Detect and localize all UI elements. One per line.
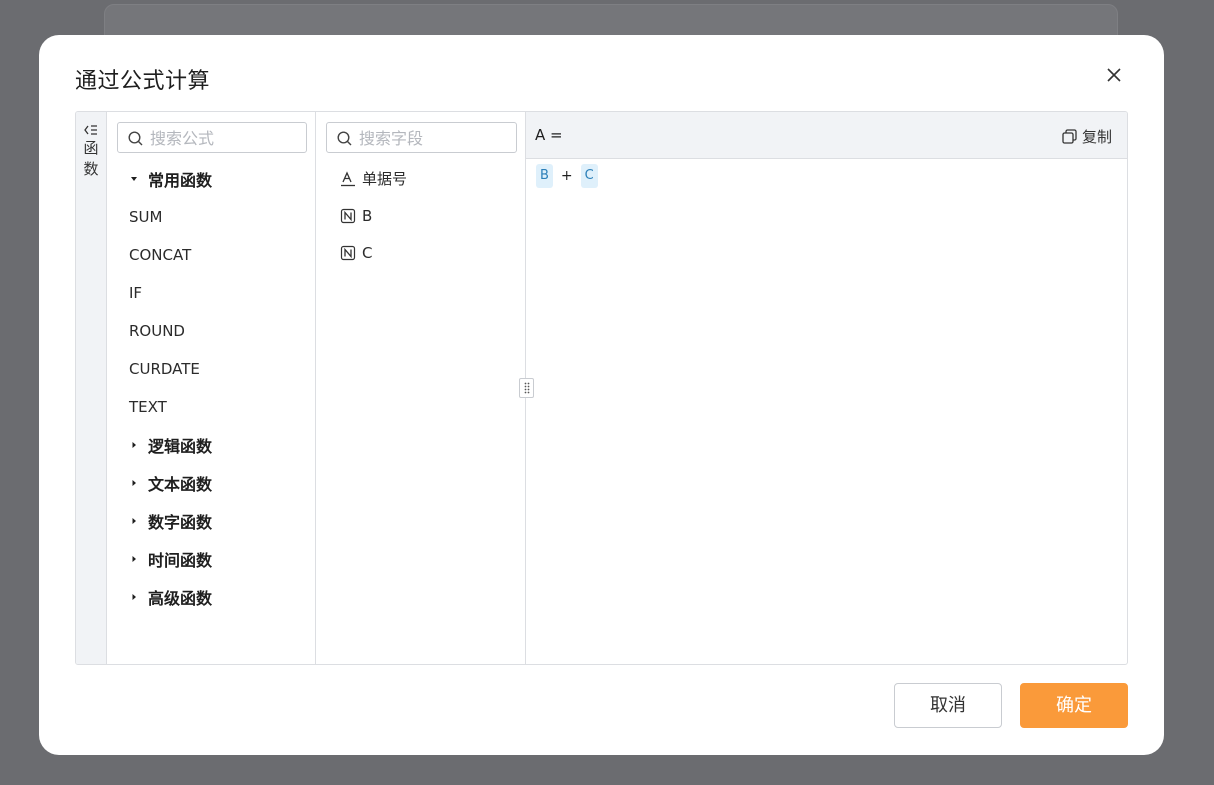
- field-item-document-number[interactable]: 单据号: [316, 160, 525, 197]
- close-icon[interactable]: [1103, 64, 1125, 86]
- function-search: [117, 122, 307, 153]
- caret-right-icon: [132, 594, 136, 600]
- caret-right-icon: [132, 518, 136, 524]
- function-item[interactable]: ROUND: [107, 312, 315, 350]
- function-group[interactable]: 时间函数: [107, 540, 315, 578]
- side-tab-label: 函数: [83, 139, 99, 178]
- number-field-icon: [340, 245, 356, 260]
- text-field-icon: [341, 170, 355, 186]
- field-list: 单据号 B C: [316, 160, 525, 271]
- collapse-panel-icon: [84, 125, 97, 135]
- cancel-button[interactable]: 取消: [894, 683, 1002, 728]
- function-group[interactable]: 文本函数: [107, 464, 315, 502]
- function-group-label: 高级函数: [148, 589, 213, 608]
- caret-right-icon: [132, 442, 136, 448]
- formula-area: A = 复制 B + C: [526, 112, 1127, 664]
- function-item[interactable]: CONCAT: [107, 236, 315, 274]
- formula-operator: +: [560, 168, 573, 184]
- function-group[interactable]: 逻辑函数: [107, 426, 315, 464]
- number-field-icon: [340, 208, 356, 223]
- field-item-b[interactable]: B: [316, 197, 525, 234]
- copy-icon: [1062, 129, 1077, 144]
- formula-token-field[interactable]: C: [580, 164, 598, 188]
- field-label: B: [362, 206, 373, 225]
- copy-button[interactable]: 复制: [1062, 126, 1112, 147]
- function-item[interactable]: TEXT: [107, 388, 315, 426]
- function-search-input[interactable]: [150, 127, 295, 149]
- functions-side-tab[interactable]: 函数: [76, 112, 107, 664]
- function-group[interactable]: 高级函数: [107, 578, 315, 616]
- formula-token-field[interactable]: B: [536, 164, 553, 188]
- function-group-label: 文本函数: [148, 475, 213, 494]
- function-group-label: 常用函数: [148, 171, 213, 190]
- function-item[interactable]: IF: [107, 274, 315, 312]
- caret-right-icon: [132, 556, 136, 562]
- function-group[interactable]: 常用函数: [107, 160, 315, 198]
- function-tree: 常用函数 SUM CONCAT IF ROUND CURDATE TEXT 逻辑函数文本函数数…: [107, 160, 315, 616]
- formula-target-label: A =: [535, 126, 563, 144]
- drag-grip-icon: [524, 382, 529, 394]
- dialog-title: 通过公式计算: [75, 69, 211, 94]
- formula-input[interactable]: B + C: [536, 164, 598, 188]
- field-panel: 单据号 B C: [316, 112, 526, 664]
- function-item[interactable]: SUM: [107, 198, 315, 236]
- function-item[interactable]: CURDATE: [107, 350, 315, 388]
- copy-label: 复制: [1081, 128, 1112, 146]
- confirm-button[interactable]: 确定: [1020, 683, 1128, 728]
- field-search-input[interactable]: [359, 127, 504, 149]
- field-label: 单据号: [362, 170, 408, 188]
- field-item-c[interactable]: C: [316, 234, 525, 271]
- caret-right-icon: [132, 480, 136, 486]
- function-panel: 常用函数 SUMCONCATIFROUNDCURDATETEXT 逻辑函数文本函数数…: [107, 112, 316, 664]
- field-search: [326, 122, 517, 153]
- formula-header: A = 复制: [526, 112, 1127, 159]
- search-icon: [337, 131, 352, 146]
- function-group-label: 数字函数: [148, 513, 213, 532]
- formula-editor: 函数 常用函数 SUMCONCATIFROUNDCURDATETEXT 逻辑函数文本…: [75, 111, 1128, 665]
- function-group-label: 逻辑函数: [148, 437, 213, 456]
- resize-handle[interactable]: [519, 378, 534, 398]
- search-icon: [128, 131, 143, 146]
- function-group-label: 时间函数: [148, 551, 213, 570]
- function-group[interactable]: 数字函数: [107, 502, 315, 540]
- formula-dialog: 通过公式计算 函数 常用函数 SUMCONCATIFROUNDCURDATETEX…: [39, 35, 1164, 755]
- field-label: C: [362, 243, 373, 262]
- caret-down-icon: [131, 177, 137, 181]
